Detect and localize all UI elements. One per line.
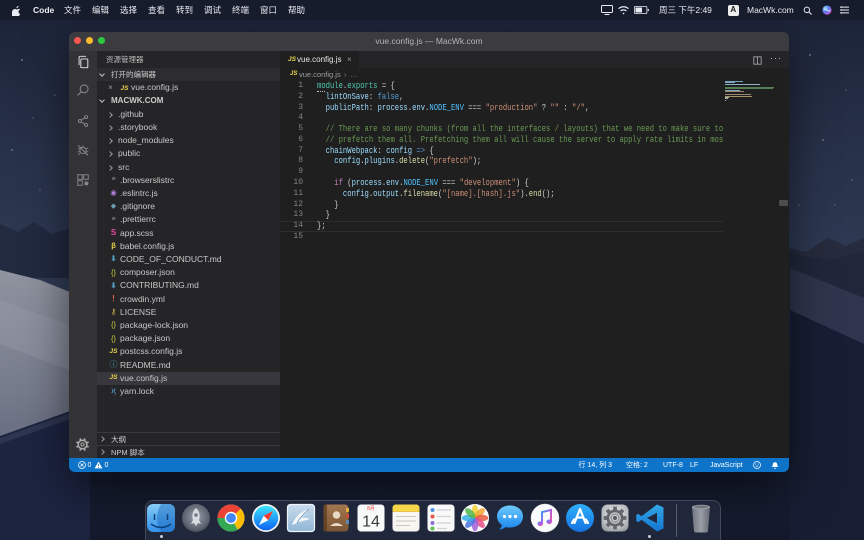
- svg-text:14: 14: [362, 514, 380, 531]
- svg-text:8月: 8月: [367, 506, 375, 512]
